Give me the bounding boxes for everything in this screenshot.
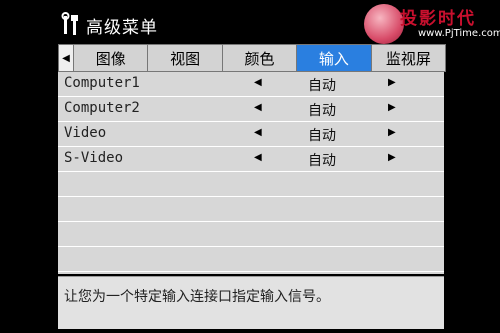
setting-label: S-Video (64, 150, 124, 166)
setting-value: 自动 (308, 128, 336, 144)
left-arrow-icon[interactable]: ◀ (254, 127, 262, 138)
tab-monitor[interactable]: 监视屏 (372, 45, 445, 71)
setting-label: Video (64, 125, 107, 141)
setting-row-computer1[interactable]: Computer1 ◀ 自动 ▶ (58, 72, 444, 97)
logo-ball-icon (364, 4, 404, 44)
tab-image[interactable]: 图像 (74, 45, 149, 71)
right-arrow-icon[interactable]: ▶ (388, 102, 396, 113)
watermark-logo: 投影时代 www.PjTime.com (364, 4, 500, 44)
tab-color[interactable]: 颜色 (223, 45, 298, 71)
tab-input[interactable]: 输入 (297, 45, 372, 71)
setting-row-computer2[interactable]: Computer2 ◀ 自动 ▶ (58, 97, 444, 122)
setting-value: 自动 (308, 153, 336, 169)
setting-label: Computer2 (64, 100, 140, 116)
setting-value: 自动 (308, 103, 336, 119)
left-arrow-icon[interactable]: ◀ (254, 152, 262, 163)
menu-header: 高级菜单 (58, 10, 158, 40)
osd-window: 高级菜单 投影时代 www.PjTime.com ◀ 图像 视图 颜色 输入 监… (0, 0, 500, 333)
setting-row-svideo[interactable]: S-Video ◀ 自动 ▶ (58, 147, 444, 172)
right-arrow-icon[interactable]: ▶ (388, 152, 396, 163)
empty-row (58, 172, 444, 197)
setting-value: 自动 (308, 78, 336, 94)
help-text: 让您为一个特定输入连接口指定输入信号。 (64, 289, 330, 305)
menu-title: 高级菜单 (86, 17, 158, 38)
empty-row (58, 222, 444, 247)
setting-label: Computer1 (64, 75, 140, 91)
tab-scroll-left-icon[interactable]: ◀ (59, 45, 74, 71)
empty-row (58, 247, 444, 272)
menu-tabs: ◀ 图像 视图 颜色 输入 监视屏 (58, 44, 446, 72)
setting-row-video[interactable]: Video ◀ 自动 ▶ (58, 122, 444, 147)
left-arrow-icon[interactable]: ◀ (254, 102, 262, 113)
watermark-title: 投影时代 (400, 9, 476, 29)
watermark-url: www.PjTime.com (418, 28, 500, 39)
empty-row (58, 197, 444, 222)
right-arrow-icon[interactable]: ▶ (388, 127, 396, 138)
tab-view[interactable]: 视图 (148, 45, 223, 71)
left-arrow-icon[interactable]: ◀ (254, 77, 262, 88)
settings-panel: Computer1 ◀ 自动 ▶ Computer2 ◀ 自动 ▶ Video … (58, 72, 444, 274)
right-arrow-icon[interactable]: ▶ (388, 77, 396, 88)
help-box: 让您为一个特定输入连接口指定输入信号。 (58, 276, 444, 329)
tools-icon (61, 12, 78, 35)
